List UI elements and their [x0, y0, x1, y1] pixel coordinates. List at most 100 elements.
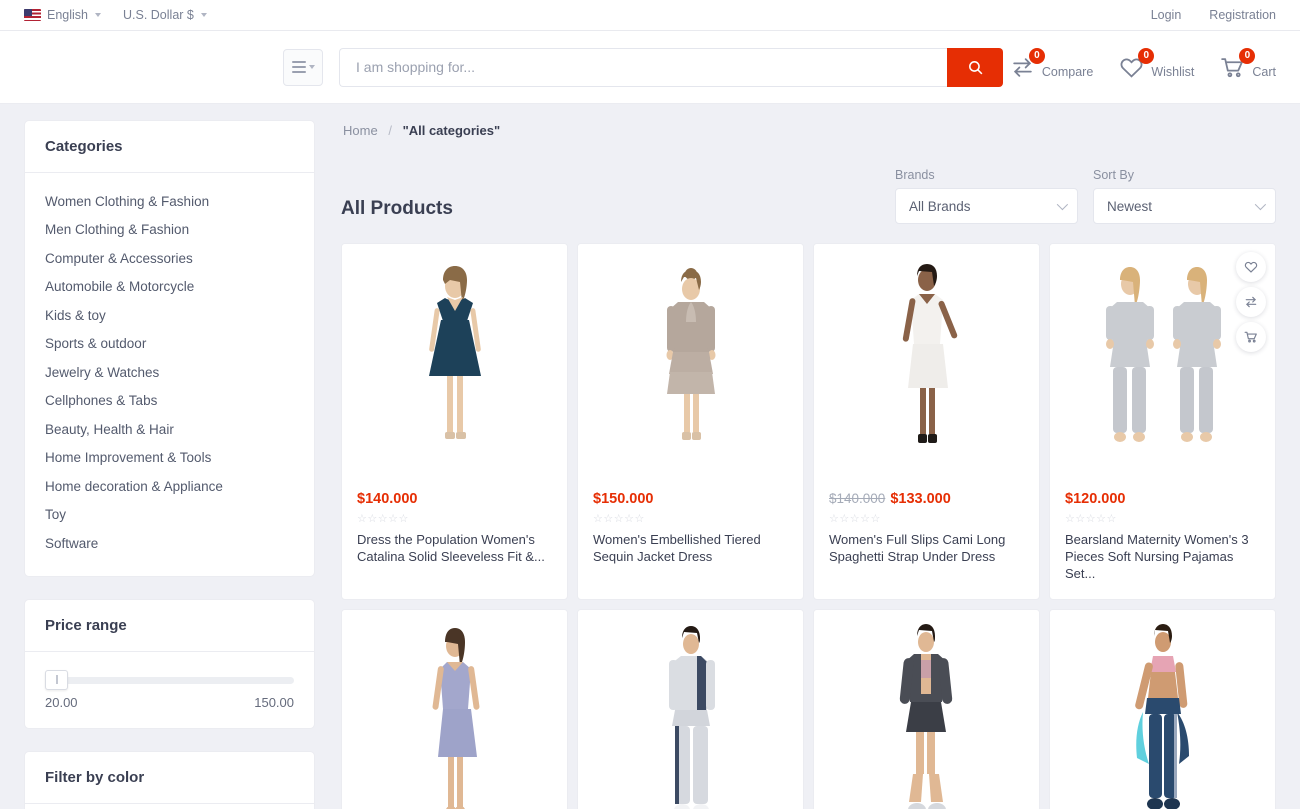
slider-handle-min[interactable] [45, 669, 68, 690]
breadcrumb-current: "All categories" [402, 123, 501, 138]
site-header: 0 Compare 0 Wishlist 0 Cart [0, 31, 1300, 104]
product-card[interactable] [1049, 608, 1276, 809]
hamburger-icon [291, 61, 306, 73]
black-print-jacket-shorts-image [899, 624, 953, 809]
sidebar-item-cellphones[interactable]: Cellphones & Tabs [45, 387, 294, 416]
us-flag-icon [24, 9, 41, 21]
product-price: $140.000 [357, 491, 418, 507]
sidebar-item-men-clothing[interactable]: Men Clothing & Fashion [45, 216, 294, 245]
product-hover-actions [1236, 252, 1266, 352]
product-info: $120.000 ☆☆☆☆☆ Bearsland Maternity Women… [1050, 480, 1275, 599]
search-input[interactable] [339, 47, 947, 87]
lilac-slip-dress-image [432, 628, 479, 809]
product-card[interactable] [813, 608, 1040, 809]
product-name[interactable]: Women's Embellished Tiered Sequin Jacket… [593, 531, 788, 566]
categories-panel: Categories Women Clothing & Fashion Men … [24, 120, 315, 577]
search-icon [968, 60, 982, 74]
wishlist-icon-button[interactable] [1236, 252, 1266, 282]
breadcrumb: Home / "All categories" [341, 120, 1276, 138]
header-actions: 0 Compare 0 Wishlist 0 Cart [1010, 47, 1276, 80]
product-rating: ☆☆☆☆☆ [1065, 512, 1117, 525]
sidebar-item-toy[interactable]: Toy [45, 501, 294, 530]
cart-button[interactable]: 0 Cart [1220, 47, 1276, 80]
product-card[interactable] [341, 608, 568, 809]
product-info: $140.000 ☆☆☆☆☆ Dress the Population Wome… [342, 480, 567, 581]
compare-button[interactable]: 0 Compare [1010, 47, 1094, 80]
currency-label: U.S. Dollar $ [123, 8, 194, 22]
login-link[interactable]: Login [1151, 8, 1182, 22]
cart-count: 0 [1239, 47, 1256, 64]
gray-tracksuit-image [668, 626, 715, 809]
product-name[interactable]: Women's Full Slips Cami Long Spaghetti S… [829, 531, 1024, 566]
top-bar-left: English U.S. Dollar $ [24, 8, 207, 22]
pink-sportsbra-leggings-image [1135, 624, 1189, 809]
add-to-cart-icon-button[interactable] [1236, 322, 1266, 352]
product-image [342, 244, 567, 480]
wishlist-count: 0 [1138, 47, 1155, 64]
sidebar-item-kids-toy[interactable]: Kids & toy [45, 301, 294, 330]
top-bar: English U.S. Dollar $ Login Registration [0, 0, 1300, 31]
sort-select[interactable]: Newest [1093, 188, 1276, 224]
product-image [342, 609, 567, 809]
compare-label: Compare [1041, 65, 1094, 79]
gray-nursing-pajamas-set-image [1106, 267, 1221, 442]
product-price: $120.000 [1065, 491, 1126, 507]
sidebar-item-software[interactable]: Software [45, 529, 294, 558]
sidebar-item-jewelry[interactable]: Jewelry & Watches [45, 358, 294, 387]
sidebar: Categories Women Clothing & Fashion Men … [24, 104, 315, 809]
product-price: $150.000 [593, 491, 654, 507]
search-bar [339, 47, 1003, 87]
sidebar-item-home-decoration[interactable]: Home decoration & Appliance [45, 472, 294, 501]
product-info: $150.000 ☆☆☆☆☆ Women's Embellished Tiere… [578, 480, 803, 581]
price-range-slider[interactable] [45, 669, 294, 690]
product-old-price: $140.000 [829, 491, 886, 506]
product-card[interactable] [577, 608, 804, 809]
product-card[interactable]: $120.000 ☆☆☆☆☆ Bearsland Maternity Women… [1049, 243, 1276, 600]
cart-label: Cart [1252, 65, 1276, 79]
category-menu-button[interactable] [283, 48, 323, 86]
sidebar-item-women-clothing[interactable]: Women Clothing & Fashion [45, 187, 294, 216]
top-bar-right: Login Registration [1151, 8, 1276, 22]
product-image [814, 609, 1039, 809]
product-price: $140.000 $133.000 [829, 490, 1024, 509]
price-range-title: Price range [25, 600, 314, 652]
language-label: English [47, 8, 88, 22]
product-rating: ☆☆☆☆☆ [357, 512, 409, 525]
price-range-panel: Price range 20.00 150.00 [24, 598, 315, 729]
price-range-body: 20.00 150.00 [25, 652, 314, 728]
price-values: 20.00 150.00 [45, 695, 294, 710]
compare-icon [1245, 296, 1257, 308]
sidebar-item-home-improvement[interactable]: Home Improvement & Tools [45, 444, 294, 473]
color-filter-panel: Filter by color [24, 750, 315, 809]
registration-link[interactable]: Registration [1209, 8, 1276, 22]
sort-filter: Sort By Newest [1093, 168, 1276, 224]
wishlist-label: Wishlist [1151, 65, 1195, 79]
white-cami-slip-dress-image [902, 263, 957, 443]
wishlist-button[interactable]: 0 Wishlist [1119, 47, 1195, 80]
main-content: Home / "All categories" All Products Bra… [341, 104, 1276, 809]
product-image [1050, 609, 1275, 809]
chevron-down-icon [1254, 198, 1267, 211]
search-button[interactable] [947, 47, 1003, 87]
sidebar-item-automobile[interactable]: Automobile & Motorcycle [45, 273, 294, 302]
compare-count: 0 [1028, 47, 1045, 64]
compare-icon-button[interactable] [1236, 287, 1266, 317]
product-card[interactable]: $140.000 ☆☆☆☆☆ Dress the Population Wome… [341, 243, 568, 600]
brands-select[interactable]: All Brands [895, 188, 1078, 224]
currency-selector[interactable]: U.S. Dollar $ [123, 8, 207, 22]
cart-icon [1244, 331, 1257, 343]
sidebar-item-computer[interactable]: Computer & Accessories [45, 244, 294, 273]
product-name[interactable]: Bearsland Maternity Women's 3 Pieces Sof… [1065, 531, 1260, 583]
page-title: All Products [341, 198, 453, 219]
product-card[interactable]: $150.000 ☆☆☆☆☆ Women's Embellished Tiere… [577, 243, 804, 600]
breadcrumb-home[interactable]: Home [343, 123, 378, 138]
language-selector[interactable]: English [24, 8, 101, 22]
product-card[interactable]: $140.000 $133.000 ☆☆☆☆☆ Women's Full Slip… [813, 243, 1040, 600]
product-rating: ☆☆☆☆☆ [593, 512, 645, 525]
chevron-down-icon [95, 13, 101, 17]
product-image [578, 609, 803, 809]
product-name[interactable]: Dress the Population Women's Catalina So… [357, 531, 552, 566]
sidebar-item-sports[interactable]: Sports & outdoor [45, 330, 294, 359]
sidebar-item-beauty[interactable]: Beauty, Health & Hair [45, 415, 294, 444]
chevron-down-icon [200, 13, 207, 17]
